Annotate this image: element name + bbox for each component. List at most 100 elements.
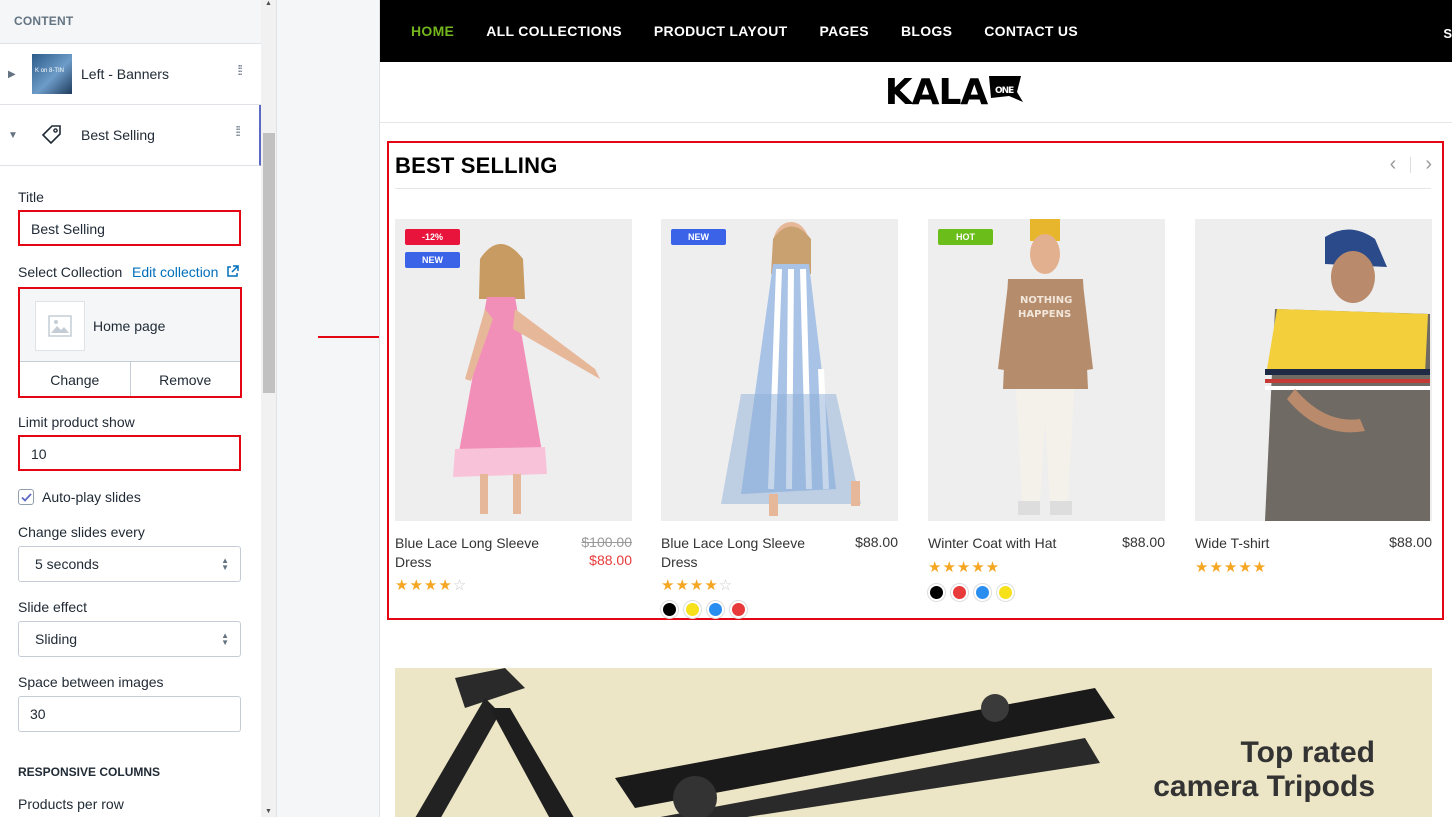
block-label: Left - Banners <box>81 66 169 82</box>
tripod-banner[interactable]: Top rated camera Tripods <box>395 668 1432 817</box>
title-label: Title <box>18 189 44 205</box>
product-card[interactable]: NEW Blue Lace Long Sleeve Dress $88.00 ★… <box>661 219 898 618</box>
scroll-up-icon[interactable]: ▲ <box>265 0 272 7</box>
edit-collection-link[interactable]: Edit collection <box>132 264 218 280</box>
change-every-select[interactable]: 5 seconds ▲ ▼ <box>18 546 241 582</box>
caret-right-icon[interactable]: ▶ <box>8 69 20 80</box>
product-image[interactable]: -12% NEW <box>395 219 632 521</box>
limit-input[interactable]: 10 <box>18 435 241 471</box>
rating-stars: ★★★★★ <box>1195 559 1268 576</box>
select-arrows-icon: ▲ ▼ <box>221 556 229 572</box>
swatch-blue[interactable] <box>974 584 991 601</box>
products-per-row-label: Products per row <box>18 796 124 812</box>
logo-badge-text: ONE <box>995 86 1014 96</box>
autoplay-label: Auto-play slides <box>42 489 141 505</box>
slider-nav: ‹ › <box>1390 153 1432 176</box>
limit-label: Limit product show <box>18 414 135 430</box>
swatch-red[interactable] <box>951 584 968 601</box>
nav-pages[interactable]: PAGES <box>819 23 868 39</box>
space-label: Space between images <box>18 674 164 690</box>
responsive-columns-heading: RESPONSIVE COLUMNS <box>18 765 161 779</box>
banner-line-1: Top rated <box>1240 736 1375 769</box>
swatch-yellow[interactable] <box>684 601 701 618</box>
slide-effect-value: Sliding <box>35 631 78 647</box>
collection-name: Home page <box>93 318 166 334</box>
nav-blogs[interactable]: BLOGS <box>901 23 952 39</box>
swatch-black[interactable] <box>661 601 678 618</box>
select-arrows-icon: ▲ ▼ <box>221 631 229 647</box>
section-heading-content: CONTENT <box>0 0 261 44</box>
nav-contact-us[interactable]: CONTACT US <box>984 23 1078 39</box>
nav-product-layout[interactable]: PRODUCT LAYOUT <box>654 23 788 39</box>
swatch-red[interactable] <box>730 601 747 618</box>
product-name[interactable]: Wide T-shirt <box>1195 534 1360 553</box>
sale-price: $88.00 <box>1389 534 1432 550</box>
sale-price: $88.00 <box>589 552 632 568</box>
block-best-selling[interactable]: ▼ Best Selling ⁞⁞ <box>0 105 261 166</box>
change-collection-button[interactable]: Change <box>20 362 130 396</box>
logo-bar: KALA ONE <box>380 62 1452 123</box>
tag-icon <box>32 115 72 155</box>
theme-editor: CONTENT ▶ K on 8-TIN Left - Banners ⁞⁞ ▼… <box>0 0 1452 817</box>
checkmark-icon <box>20 492 32 502</box>
product-card[interactable]: Wide T-shirt $88.00 ★★★★★ <box>1195 219 1432 576</box>
chevron-left-icon[interactable]: ‹ <box>1390 153 1397 176</box>
best-selling-section: BEST SELLING ‹ › -12% NEW Blue Lace Long… <box>387 141 1444 620</box>
product-card[interactable]: -12% NEW Blue Lace Long Sleeve Dress $10… <box>395 219 632 594</box>
product-name[interactable]: Winter Coat with Hat <box>928 534 1093 553</box>
nav-all-collections[interactable]: ALL COLLECTIONS <box>486 23 622 39</box>
space-input[interactable]: 30 <box>18 696 241 732</box>
image-placeholder-icon <box>35 301 85 351</box>
logo-badge-icon: ONE <box>989 75 1024 102</box>
old-price: $100.00 <box>581 534 632 550</box>
slide-effect-select[interactable]: Sliding ▲ ▼ <box>18 621 241 657</box>
product-image[interactable] <box>1195 219 1432 521</box>
store-logo[interactable]: KALA ONE <box>885 72 1024 113</box>
chevron-right-icon[interactable]: › <box>1425 153 1432 176</box>
scrollbar-thumb[interactable] <box>263 133 275 393</box>
autoplay-checkbox[interactable] <box>18 489 34 505</box>
change-every-label: Change slides every <box>18 524 145 540</box>
new-badge: NEW <box>405 252 460 268</box>
new-badge: NEW <box>671 229 726 245</box>
swatch-yellow[interactable] <box>997 584 1014 601</box>
block-label: Best Selling <box>81 127 155 143</box>
caret-down-icon[interactable]: ▼ <box>8 130 20 141</box>
block-left-banners[interactable]: ▶ K on 8-TIN Left - Banners ⁞⁞ <box>0 44 261 105</box>
svg-text:HAPPENS: HAPPENS <box>1018 309 1071 320</box>
nav-home[interactable]: HOME <box>411 23 454 39</box>
nav-separator <box>1410 156 1412 173</box>
external-link-icon[interactable] <box>226 265 239 283</box>
drag-handle-icon[interactable]: ⁞⁞ <box>235 124 241 138</box>
rating-stars: ★★★★☆ <box>661 577 734 594</box>
title-input[interactable]: Best Selling <box>18 210 241 246</box>
color-swatches <box>661 601 753 618</box>
banner-line-2: camera Tripods <box>1153 770 1375 803</box>
product-name[interactable]: Blue Lace Long Sleeve Dress <box>395 534 560 572</box>
svg-text:NOTHING: NOTHING <box>1020 295 1072 306</box>
select-collection-label: Select Collection <box>18 264 123 280</box>
nav-overflow-item[interactable]: S <box>1443 26 1452 41</box>
banner-thumbnail: K on 8-TIN <box>32 54 72 94</box>
rating-stars: ★★★★★ <box>928 559 1001 576</box>
product-image[interactable]: NEW <box>661 219 898 521</box>
product-card[interactable]: NOTHING HAPPENS HOT Winter Coat with Hat… <box>928 219 1165 601</box>
annotation-arrow <box>318 331 388 343</box>
color-swatches <box>928 584 1020 601</box>
slide-effect-label: Slide effect <box>18 599 88 615</box>
sale-price: $88.00 <box>1122 534 1165 550</box>
change-every-value: 5 seconds <box>35 556 99 572</box>
scroll-down-icon[interactable]: ▼ <box>265 808 272 815</box>
collection-picker: Home page Change Remove <box>18 287 242 398</box>
swatch-blue[interactable] <box>707 601 724 618</box>
swatch-black[interactable] <box>928 584 945 601</box>
remove-collection-button[interactable]: Remove <box>129 362 241 396</box>
product-image[interactable]: NOTHING HAPPENS HOT <box>928 219 1165 521</box>
drag-handle-icon[interactable]: ⁞⁞ <box>237 63 243 77</box>
product-name[interactable]: Blue Lace Long Sleeve Dress <box>661 534 826 572</box>
product-price: $88.00 <box>855 534 898 550</box>
collection-actions: Change Remove <box>20 361 240 396</box>
sidebar-scrollbar[interactable]: ▲ ▼ <box>261 0 276 817</box>
thumb-text: K on 8-TIN <box>35 68 65 74</box>
rating-stars: ★★★★☆ <box>395 577 468 594</box>
